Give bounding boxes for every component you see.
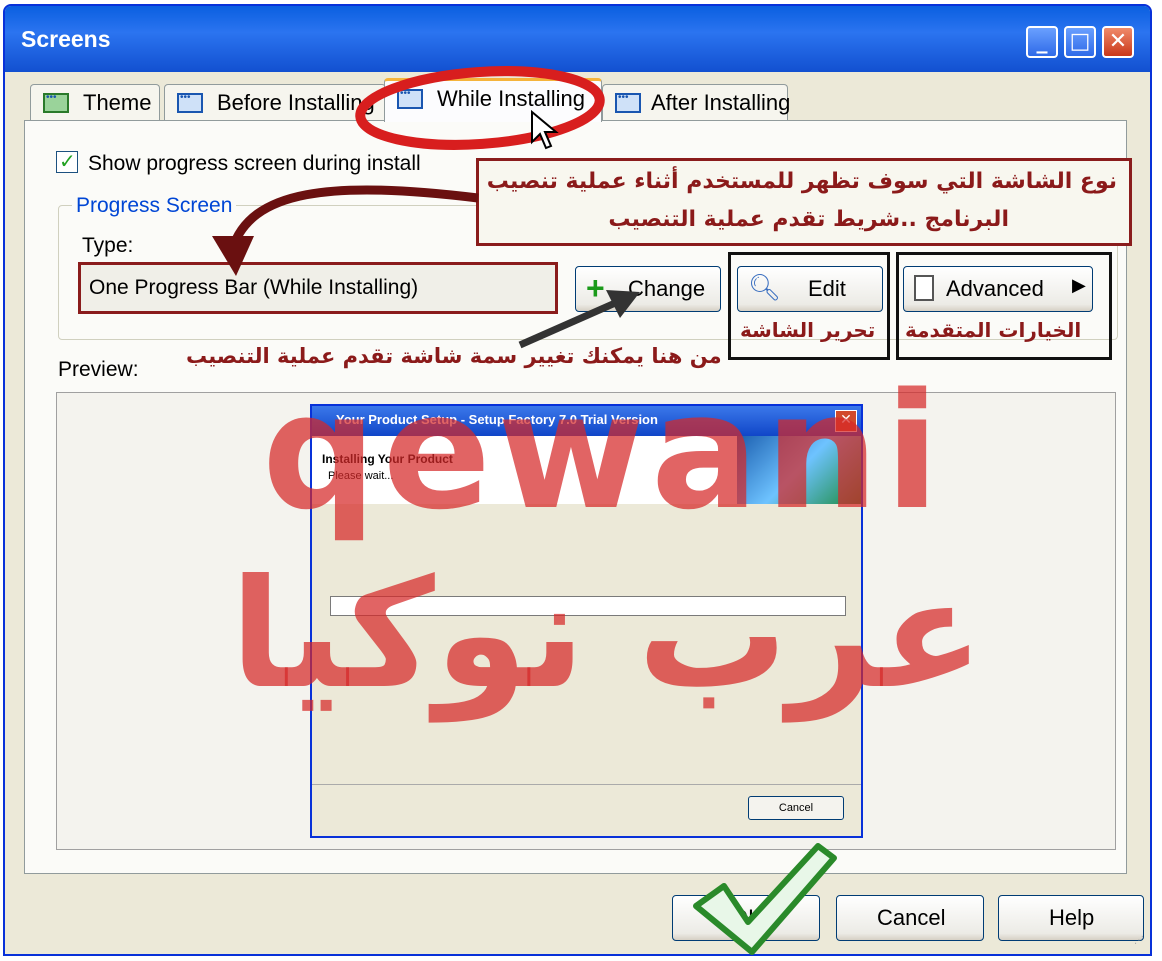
cancel-button-label: Cancel — [877, 905, 946, 930]
tab-after-installing[interactable]: After Installing — [602, 84, 791, 122]
screen-icon — [615, 92, 641, 113]
type-value: One Progress Bar (While Installing) — [89, 276, 419, 299]
screen-icon — [177, 92, 203, 113]
help-button-label: Help — [1049, 905, 1095, 930]
add-icon: + — [586, 270, 605, 306]
change-button[interactable]: + Change — [575, 266, 721, 312]
submenu-arrow-icon: ▶ — [1072, 275, 1086, 295]
maximize-icon: □ — [1069, 29, 1091, 54]
callout-line-1: نوع الشاشة التي سوف تظهر للمستخدم أثناء … — [486, 169, 1117, 194]
mouse-cursor-icon — [531, 110, 559, 150]
callout-line-2: البرنامج ..شريط تقدم عملية التنصيب — [608, 207, 1009, 232]
checkmark-icon — [693, 843, 837, 955]
minimize-button[interactable]: _ — [1026, 26, 1058, 58]
tab-label: Theme — [83, 90, 152, 115]
cancel-button[interactable]: Cancel — [836, 895, 984, 941]
minimize-icon: _ — [1036, 29, 1048, 54]
change-button-label: Change — [628, 276, 706, 301]
close-icon: ✕ — [1108, 29, 1128, 54]
close-button[interactable]: ✕ — [1102, 26, 1134, 58]
tab-theme[interactable]: Theme — [30, 84, 160, 122]
tab-label: After Installing — [651, 90, 791, 115]
watermark-latin: qewani — [262, 358, 946, 545]
type-callout: نوع الشاشة التي سوف تظهر للمستخدم أثناء … — [476, 158, 1132, 246]
advanced-note: الخيارات المتقدمة — [905, 318, 1082, 342]
preview-label: Preview: — [58, 358, 139, 381]
maximize-button[interactable]: □ — [1064, 26, 1096, 58]
advanced-button-label: Advanced — [946, 276, 1044, 301]
theme-icon — [43, 92, 69, 113]
document-icon — [914, 275, 934, 301]
progress-screen-label: Progress Screen — [72, 194, 237, 218]
highlight-circle — [355, 66, 605, 150]
magnifier-icon: 🔍︎ — [748, 272, 782, 302]
help-button[interactable]: Help — [998, 895, 1144, 941]
edit-button[interactable]: 🔍︎ Edit — [737, 266, 883, 312]
edit-button-label: Edit — [808, 276, 846, 301]
edit-note: تحرير الشاشة — [740, 318, 876, 342]
watermark-arabic: عرب نوكيا — [230, 548, 984, 722]
advanced-button[interactable]: Advanced ▶ — [903, 266, 1093, 312]
type-field[interactable]: One Progress Bar (While Installing) — [78, 262, 558, 314]
preview-divider — [312, 784, 861, 785]
resize-grip-icon[interactable]: ⋰ — [1134, 936, 1148, 952]
type-label: Type: — [82, 234, 134, 257]
show-progress-checkbox[interactable] — [56, 149, 78, 173]
window-title: Screens — [21, 26, 111, 52]
preview-cancel-button: Cancel — [748, 796, 844, 820]
